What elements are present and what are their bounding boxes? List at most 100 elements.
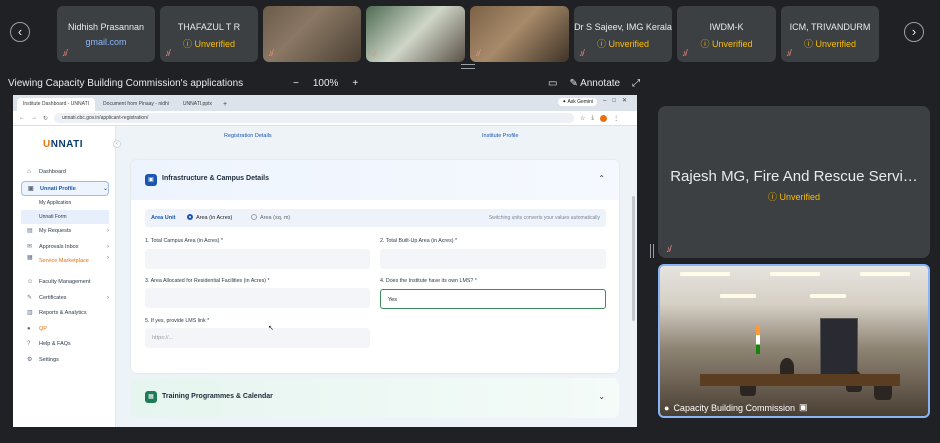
section-header[interactable]: ▣ Infrastructure & Campus Details ⌃ bbox=[131, 160, 619, 200]
app-sidebar: UNNATI ‹ ⌂ Dashboard ▣ Unnati Profile ⌄ My Ap… bbox=[13, 126, 121, 427]
room-video-tile[interactable]: ● Capacity Building Commission ▣ bbox=[658, 264, 930, 418]
window-controls[interactable]: –□✕ bbox=[603, 97, 633, 104]
ceiling-light bbox=[810, 294, 846, 298]
total-builtup-area-input[interactable] bbox=[380, 249, 606, 269]
participant-name: Nidhish Prasannan bbox=[67, 22, 145, 32]
zoom-controls: − 100% + bbox=[293, 78, 358, 89]
participant-tile[interactable]: THAFAZUL T R ⓘ Unverified ♪̸ bbox=[160, 6, 258, 62]
mouse-cursor-icon: ↖ bbox=[268, 325, 274, 332]
field-label: 5. If yes, provide LMS link * bbox=[145, 318, 210, 324]
area-unit-label: Area Unit bbox=[151, 215, 176, 221]
participant-video-tile[interactable]: ♪̸ bbox=[366, 6, 465, 62]
unit-hint: Switching units converts your values aut… bbox=[488, 215, 600, 221]
participant-tile[interactable]: ICM, TRIVANDURM ⓘ Unverified ♪̸ bbox=[781, 6, 879, 62]
reload-icon[interactable]: ↻ bbox=[43, 115, 48, 122]
building-icon: ▣ bbox=[145, 174, 157, 186]
back-icon[interactable]: ← bbox=[19, 115, 25, 121]
sidebar-item[interactable]: ▦ Service Marketplace › bbox=[21, 255, 109, 275]
chevron-icon: ⌄ bbox=[102, 185, 108, 192]
participant-tile[interactable]: Dr S Sajeev, IMG Kerala ⓘ Unverified ♪̸ bbox=[574, 6, 672, 62]
sidebar-item-label: Help & FAQs bbox=[39, 341, 71, 347]
more-icon[interactable]: ⋮ bbox=[613, 115, 619, 122]
gemini-button[interactable]: ✦ Ask Gemini bbox=[558, 98, 597, 106]
sidebar-item[interactable]: ▥ Reports & Analytics bbox=[21, 306, 109, 322]
chevron-icon: › bbox=[107, 294, 109, 301]
participant-tile[interactable]: Nidhish Prasannan gmail.com ♪̸ bbox=[57, 6, 155, 62]
sidebar-item-icon: ▤ bbox=[27, 228, 33, 234]
bookmark-star-icon[interactable]: ☆ bbox=[580, 115, 585, 122]
page-scrollbar[interactable] bbox=[632, 196, 635, 321]
lms-link-input[interactable]: https://... bbox=[145, 328, 370, 348]
own-lms-input[interactable]: Yes bbox=[380, 289, 606, 309]
sidebar-item-icon: ⚙ bbox=[27, 356, 33, 363]
chevron-icon: › bbox=[107, 228, 109, 234]
sidebar-item[interactable]: ⌂ Dashboard bbox=[21, 165, 109, 181]
chevron-icon: › bbox=[107, 243, 109, 250]
sidebar-item[interactable]: ▤ My Requests › bbox=[21, 224, 109, 240]
step-institute-profile[interactable]: Institute Profile bbox=[482, 133, 518, 139]
browser-tab[interactable]: UNNATI.pptx bbox=[177, 98, 218, 111]
screen-icon[interactable]: ▭ bbox=[548, 78, 557, 89]
strip-prev-icon[interactable]: ‹ bbox=[10, 22, 30, 42]
mic-off-icon: ♪̸ bbox=[579, 48, 584, 58]
sidebar-item-label: My Requests bbox=[39, 228, 72, 234]
unit-acres-radio[interactable]: Area (in Acres) bbox=[187, 209, 232, 227]
zoom-in-button[interactable]: + bbox=[352, 78, 358, 89]
sidebar-item[interactable]: ✉ Approvals Inbox › bbox=[21, 240, 109, 256]
flag bbox=[756, 326, 760, 354]
url-input[interactable]: unnati.cbc.gov.in/applicant-registration… bbox=[54, 113, 575, 123]
annotate-button[interactable]: ✎ Annotate bbox=[569, 78, 620, 89]
presentation-title: Viewing Capacity Building Commission's a… bbox=[8, 78, 244, 89]
forward-icon[interactable]: → bbox=[31, 115, 37, 121]
speaker-name: Rajesh MG, Fire And Rescue Servi… bbox=[670, 168, 918, 185]
new-tab-button[interactable]: + bbox=[220, 98, 230, 111]
sidebar-item-icon: ✎ bbox=[27, 294, 33, 301]
speaker-tile[interactable]: Rajesh MG, Fire And Rescue Servi… ⓘ Unve… bbox=[658, 106, 930, 258]
calendar-icon: ▦ bbox=[145, 391, 157, 403]
participant-tile[interactable]: IWDM-K ⓘ Unverified ♪̸ bbox=[677, 6, 776, 62]
participant-video-tile[interactable]: ♪̸ bbox=[263, 6, 361, 62]
ceiling-light bbox=[720, 294, 756, 298]
section-title: Infrastructure & Campus Details bbox=[162, 175, 269, 182]
unnati-page: UNNATI ‹ ⌂ Dashboard ▣ Unnati Profile ⌄ My Ap… bbox=[13, 126, 637, 427]
sidebar-item-label: Dashboard bbox=[39, 169, 66, 175]
sidebar-item-icon: ⌂ bbox=[27, 169, 31, 175]
sidebar-item[interactable]: ? Help & FAQs bbox=[21, 337, 109, 353]
participant-unverified: ⓘ Unverified bbox=[803, 39, 857, 49]
download-icon[interactable]: ⤓ bbox=[591, 115, 594, 122]
browser-tab[interactable]: Institute Dashboard - UNNATI bbox=[17, 98, 96, 111]
sidebar-item-icon: ▦ bbox=[27, 255, 33, 261]
sidebar-item[interactable]: ☺ Faculty Management bbox=[21, 275, 109, 291]
panel-resize-handle[interactable] bbox=[650, 244, 654, 258]
participant-unverified: ⓘ Unverified bbox=[182, 39, 236, 49]
strip-resize-handle[interactable] bbox=[461, 64, 475, 69]
field-label: 3. Area Allocated for Residential Facili… bbox=[145, 278, 270, 284]
sidebar-item[interactable]: ✎ Certificates › bbox=[21, 291, 109, 307]
sidebar-item[interactable]: ● QP bbox=[21, 322, 109, 338]
field-label: 1. Total Campus Area (in Acres) * bbox=[145, 238, 223, 244]
fullscreen-icon[interactable]: ⤢ bbox=[632, 78, 640, 89]
registration-steps: Registration Details Institute Profile bbox=[116, 133, 636, 143]
profile-avatar[interactable] bbox=[600, 114, 608, 122]
step-registration-details[interactable]: Registration Details bbox=[224, 133, 272, 139]
residential-area-input[interactable] bbox=[145, 288, 370, 308]
mic-off-icon: ♪̸ bbox=[62, 48, 67, 58]
training-section[interactable]: ▦ Training Programmes & Calendar ⌄ bbox=[131, 378, 619, 418]
presenting-icon: ▣ bbox=[799, 402, 808, 412]
unit-sqm-radio[interactable]: Area (sq. m) bbox=[251, 209, 290, 227]
sidebar-item[interactable]: ⚙ Settings bbox=[21, 353, 109, 369]
sidebar-item[interactable]: ▣ Unnati Profile ⌄ bbox=[21, 180, 109, 196]
chevron-down-icon[interactable]: ⌄ bbox=[598, 392, 605, 401]
mic-off-icon: ♪̸ bbox=[682, 48, 687, 58]
total-campus-area-input[interactable] bbox=[145, 249, 370, 269]
participant-video-tile[interactable]: ♪̸ bbox=[470, 6, 569, 62]
sidebar-item[interactable]: My Application bbox=[21, 196, 109, 210]
zoom-out-button[interactable]: − bbox=[293, 78, 299, 89]
sidebar-item-label: Reports & Analytics bbox=[39, 310, 87, 316]
browser-tab[interactable]: Document from Pinaay - nidhi bbox=[97, 98, 175, 111]
sidebar-item[interactable]: Unnati Form bbox=[21, 210, 109, 224]
strip-next-icon[interactable]: › bbox=[904, 22, 924, 42]
chevron-up-icon[interactable]: ⌃ bbox=[598, 174, 605, 183]
unnati-logo: UNNATI bbox=[43, 139, 84, 150]
mic-on-icon: ● bbox=[664, 402, 670, 413]
